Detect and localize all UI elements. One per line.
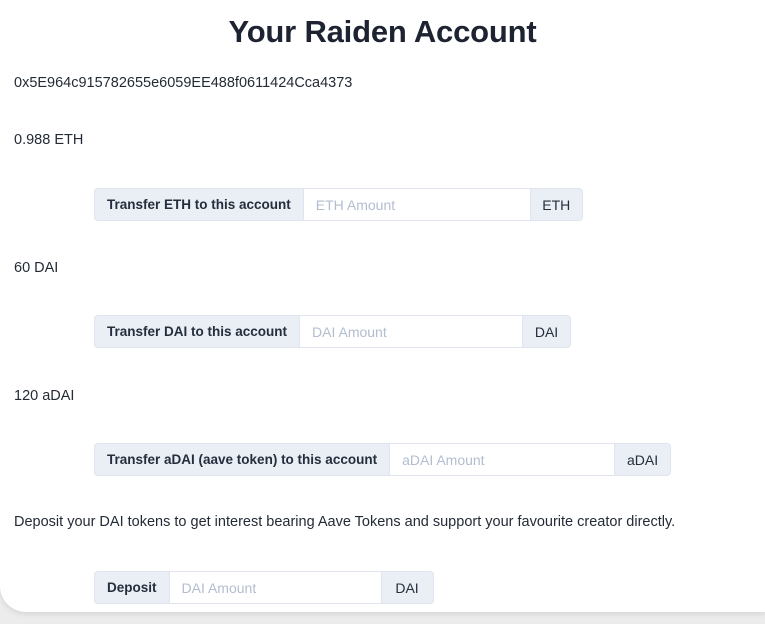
adai-balance: 120 aDAI — [14, 388, 75, 404]
eth-unit-addon: ETH — [530, 188, 583, 221]
transfer-dai-label: Transfer DAI to this account — [94, 315, 300, 348]
dai-amount-input[interactable] — [299, 315, 524, 348]
adai-amount-input[interactable] — [389, 443, 616, 476]
wallet-address: 0x5E964c915782655e6059EE488f0611424Cca43… — [14, 75, 353, 91]
dai-balance: 60 DAI — [14, 260, 59, 276]
transfer-dai-input-group: Transfer DAI to this account DAI — [94, 315, 572, 348]
deposit-description: Deposit your DAI tokens to get interest … — [14, 514, 676, 530]
deposit-unit-addon: DAI — [381, 571, 434, 604]
deposit-input-group: Deposit DAI — [94, 571, 434, 604]
transfer-adai-label: Transfer aDAI (aave token) to this accou… — [94, 443, 390, 476]
transfer-adai-input-group: Transfer aDAI (aave token) to this accou… — [94, 443, 672, 476]
adai-unit-addon: aDAI — [615, 443, 672, 476]
transfer-eth-label: Transfer ETH to this account — [94, 188, 303, 221]
account-card: Your Raiden Account 0x5E964c915782655e60… — [0, 0, 765, 612]
page-title: Your Raiden Account — [228, 14, 537, 49]
deposit-label: Deposit — [94, 571, 169, 604]
eth-amount-input[interactable] — [302, 188, 531, 221]
card-content: Your Raiden Account 0x5E964c915782655e60… — [0, 0, 765, 612]
eth-balance: 0.988 ETH — [14, 132, 84, 148]
deposit-amount-input[interactable] — [168, 571, 382, 604]
dai-unit-addon: DAI — [523, 315, 572, 348]
transfer-eth-input-group: Transfer ETH to this account ETH — [94, 188, 583, 221]
